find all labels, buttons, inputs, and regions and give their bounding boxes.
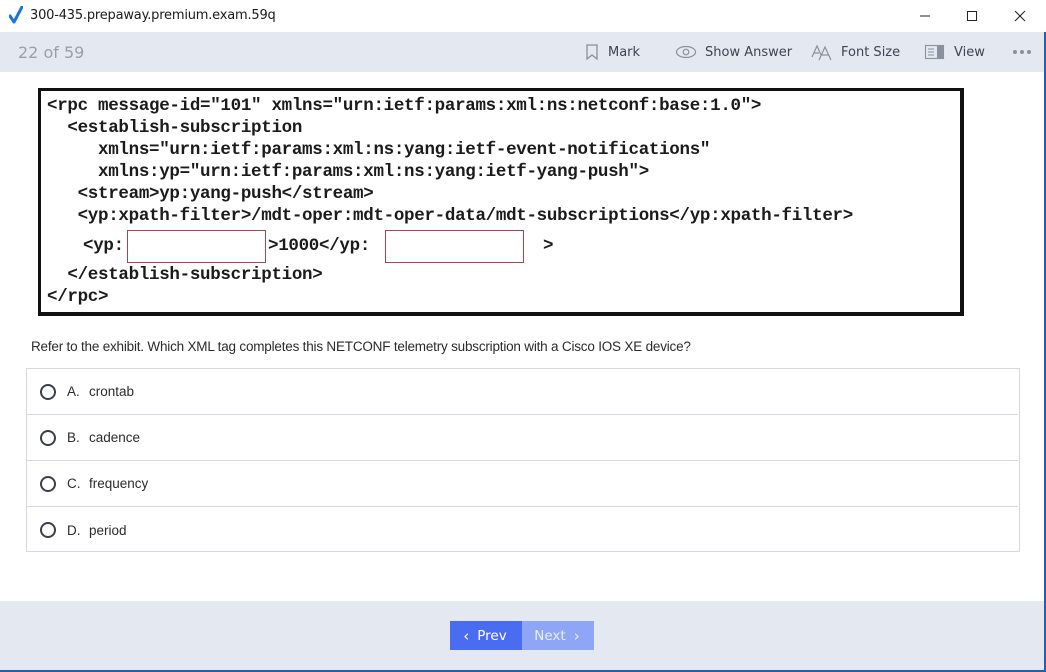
option-c[interactable]: C. frequency: [27, 461, 1018, 507]
option-letter: C.: [67, 476, 81, 491]
maximize-icon: [967, 11, 977, 21]
code-line: <yp:xpath-filter>/mdt-oper:mdt-oper-data…: [47, 206, 854, 226]
close-button[interactable]: [997, 0, 1043, 32]
question-text: Refer to the exhibit. Which XML tag comp…: [31, 339, 691, 354]
view-layout-icon: [924, 44, 945, 60]
radio-button-icon[interactable]: [40, 383, 56, 400]
radio-button-icon[interactable]: [40, 429, 56, 446]
next-button[interactable]: Next ›: [522, 621, 594, 650]
font-size-label: Font Size: [841, 44, 901, 60]
code-blank-prefix: <yp:: [83, 236, 124, 256]
option-a[interactable]: A. crontab: [27, 369, 1018, 415]
code-line: <establish-subscription: [47, 118, 303, 138]
title-bar: 300-435.prepaway.premium.exam.59q: [0, 0, 1046, 32]
prev-button[interactable]: ‹ Prev: [450, 621, 522, 650]
option-text: cadence: [89, 430, 141, 445]
code-line: <rpc message-id=″101″ xmlns=″urn:ietf:pa…: [47, 96, 762, 116]
blank-answer-box-1: [127, 230, 266, 263]
more-dots-icon: [1013, 50, 1031, 54]
font-size-icon: [811, 44, 832, 61]
option-letter: A.: [67, 384, 80, 399]
chevron-right-icon: ›: [573, 626, 580, 645]
close-icon: [1014, 10, 1026, 22]
mark-label: Mark: [608, 44, 641, 60]
window-title: 300-435.prepaway.premium.exam.59q: [30, 8, 276, 23]
code-blank-middle: >1000</yp:: [268, 236, 371, 256]
prev-label: Prev: [477, 627, 507, 644]
radio-button-icon[interactable]: [40, 522, 56, 538]
option-text: frequency: [89, 476, 149, 491]
view-button[interactable]: View: [924, 32, 985, 72]
code-blank-suffix: >: [543, 236, 554, 256]
option-b[interactable]: B. cadence: [27, 415, 1018, 461]
option-d[interactable]: D. period: [27, 507, 1018, 553]
more-options-button[interactable]: [1012, 32, 1040, 72]
answer-options: A. crontab B. cadence C. frequency D. pe…: [26, 368, 1020, 552]
exhibit-code-image: <rpc message-id=″101″ xmlns=″urn:ietf:pa…: [38, 88, 964, 316]
checkmark-app-icon: [8, 5, 24, 24]
option-text: period: [89, 522, 127, 538]
code-line: </rpc>: [47, 287, 109, 307]
option-letter: B.: [67, 430, 80, 445]
code-line: xmlns=″urn:ietf:params:xml:ns:yang:ietf-…: [47, 140, 711, 160]
footer-nav: ‹ Prev Next ›: [0, 601, 1044, 670]
option-letter: D.: [67, 522, 81, 538]
minimize-button[interactable]: [902, 0, 948, 32]
question-counter: 22 of 59: [18, 43, 85, 62]
show-answer-button[interactable]: Show Answer: [675, 32, 792, 72]
show-answer-label: Show Answer: [705, 44, 793, 60]
maximize-button[interactable]: [949, 0, 995, 32]
chevron-left-icon: ‹: [463, 626, 470, 645]
app-window: 300-435.prepaway.premium.exam.59q 22 of …: [0, 0, 1046, 672]
font-size-button[interactable]: Font Size: [811, 32, 900, 72]
blank-answer-box-2: [385, 230, 524, 263]
minimize-icon: [920, 15, 930, 17]
code-line: </establish-subscription>: [47, 265, 323, 285]
radio-button-icon[interactable]: [40, 475, 56, 492]
eye-icon: [675, 45, 697, 59]
mark-button[interactable]: Mark: [584, 32, 640, 72]
bookmark-icon: [586, 44, 598, 61]
next-label: Next: [534, 627, 566, 644]
code-line: <stream>yp:yang-push</stream>: [47, 184, 374, 204]
option-text: crontab: [89, 384, 135, 399]
view-label: View: [954, 44, 985, 60]
toolbar: 22 of 59 Mark Show Answer Font Size View: [0, 32, 1046, 72]
code-line: xmlns:yp=″urn:ietf:params:xml:ns:yang:ie…: [47, 162, 649, 182]
